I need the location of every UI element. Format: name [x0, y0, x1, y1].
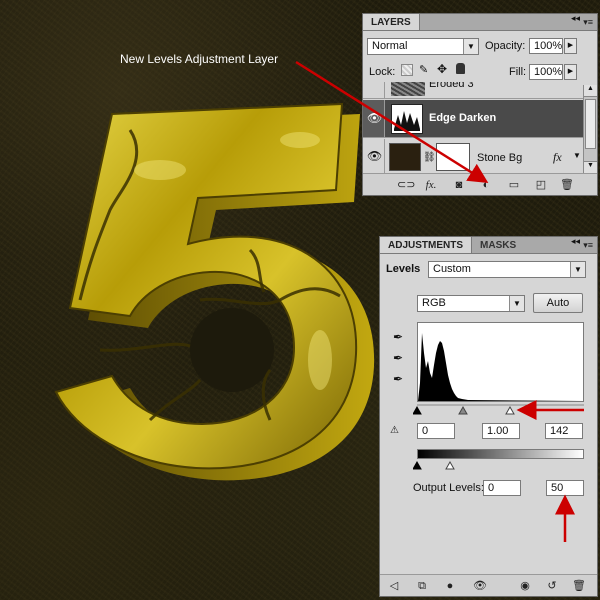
layer-row[interactable]: 👁 ⛓ Stone Bg fx ▼ — [363, 139, 583, 175]
white-output-handle — [445, 461, 455, 470]
visibility-toggle[interactable]: 👁 — [363, 100, 385, 137]
channel-select[interactable]: RGB ▼ — [417, 295, 525, 312]
output-levels-slider[interactable] — [413, 461, 588, 473]
fill-label: Fill: — [509, 66, 527, 78]
layer-name: Edge Darken — [429, 112, 497, 124]
fill-slider-button[interactable]: ▶ — [564, 64, 577, 80]
clip-icon[interactable]: ⧉ — [414, 579, 430, 593]
white-input-handle — [505, 405, 515, 415]
annotation-label: New Levels Adjustment Layer — [120, 52, 279, 66]
black-input-handle — [413, 405, 422, 415]
opacity-field[interactable]: 100% — [529, 38, 563, 54]
panel-menu-icon[interactable]: ▾≡ — [583, 17, 593, 28]
scroll-up-arrow[interactable]: ▲ — [584, 85, 597, 97]
opacity-label: Opacity: — [485, 40, 526, 52]
lock-transparency-icon[interactable] — [401, 64, 413, 76]
tab-adjustments[interactable]: ADJUSTMENTS — [380, 237, 473, 253]
layers-scrollbar[interactable]: ▲ ▼ — [583, 85, 597, 173]
tab-masks[interactable]: MASKS — [472, 237, 524, 253]
link-icon[interactable]: ⊂⊃ — [397, 178, 415, 192]
chevron-down-icon: ▼ — [509, 296, 524, 311]
fx-icon[interactable]: fx. — [423, 178, 439, 192]
layer-row-selected[interactable]: 👁 Edge Darken — [363, 100, 583, 138]
scroll-down-arrow[interactable]: ▼ — [584, 161, 597, 173]
eye-icon: 👁 — [367, 111, 383, 125]
chain-link-icon[interactable]: ⛓ — [423, 152, 436, 163]
layer-row[interactable]: Eroded 3 — [363, 82, 583, 99]
fx-badge[interactable]: fx — [553, 150, 562, 165]
output-gradient-bar — [417, 449, 584, 459]
histogram — [417, 322, 584, 402]
input-black-field[interactable]: 0 — [417, 423, 455, 439]
gray-point-eyedropper-icon[interactable]: ✒ — [390, 350, 406, 366]
folder-icon[interactable]: ▭ — [506, 178, 522, 192]
back-icon[interactable]: ◁ — [386, 579, 402, 593]
adjustment-title: Levels — [386, 263, 421, 275]
auto-button[interactable]: Auto — [533, 293, 583, 313]
adjustments-footer: ◁ ⧉ ● 👁 ◉ ↺ 🗑 — [380, 574, 597, 596]
chevron-down-icon: ▼ — [463, 39, 478, 54]
input-white-field[interactable]: 142 — [545, 423, 583, 439]
gamma-input-handle — [458, 405, 468, 415]
collapse-icon[interactable]: ◂◂ — [571, 13, 580, 24]
lock-position-icon[interactable]: ✥ — [437, 62, 447, 76]
adjustment-layer-icon[interactable]: ◐ — [478, 178, 494, 192]
expand-effects-icon[interactable]: ▼ — [573, 151, 581, 160]
collapse-icon[interactable]: ◂◂ — [571, 236, 580, 247]
visibility-toggle[interactable] — [363, 82, 385, 98]
layers-footer: ⊂⊃ fx. ◙ ◐ ▭ ◰ 🗑 — [363, 173, 597, 195]
visibility-toggle[interactable]: 👁 — [363, 139, 385, 174]
trash-icon[interactable]: 🗑 — [559, 178, 575, 192]
layer-thumbnail — [391, 104, 423, 134]
opacity-slider-button[interactable]: ▶ — [564, 38, 577, 54]
layer-thumbnail — [391, 82, 425, 96]
adjustments-panel: ADJUSTMENTS MASKS ◂◂ ▾≡ Levels Custom ▼ R… — [379, 236, 598, 597]
trash-icon[interactable]: 🗑 — [571, 579, 587, 593]
output-levels-label: Output Levels: — [413, 482, 484, 494]
output-black-field[interactable]: 0 — [483, 480, 521, 496]
reset-icon[interactable]: ↺ — [544, 579, 560, 593]
mask-icon[interactable]: ◙ — [451, 178, 467, 192]
lock-label: Lock: — [369, 66, 396, 78]
input-gamma-field[interactable]: 1.00 — [482, 423, 520, 439]
view-previous-icon[interactable]: ◉ — [517, 579, 533, 593]
input-levels-slider[interactable] — [413, 404, 588, 416]
lock-pixels-icon[interactable]: ✎ — [419, 63, 428, 76]
eye-icon[interactable]: 👁 — [472, 579, 488, 593]
layers-panel: LAYERS ◂◂ ▾≡ Normal ▼ Opacity: 100% ▶ Loc… — [362, 13, 598, 196]
blend-mode-select[interactable]: Normal ▼ — [367, 38, 479, 55]
layer-name: Eroded 3 — [429, 82, 474, 90]
fill-field[interactable]: 100% — [529, 64, 563, 80]
tab-layers[interactable]: LAYERS — [363, 14, 420, 30]
white-point-eyedropper-icon[interactable]: ✒ — [390, 371, 406, 387]
eye-icon: 👁 — [367, 149, 383, 163]
layer-mask-thumbnail[interactable] — [436, 143, 470, 171]
layer-name: Stone Bg — [477, 152, 523, 164]
layers-tabbar: LAYERS ◂◂ ▾≡ — [363, 13, 597, 31]
layer-thumbnail — [389, 143, 421, 171]
lock-all-icon[interactable] — [456, 63, 465, 74]
chevron-down-icon: ▼ — [570, 262, 585, 277]
output-white-field[interactable]: 50 — [546, 480, 584, 496]
panel-menu-icon[interactable]: ▾≡ — [583, 240, 593, 251]
preset-select[interactable]: Custom ▼ — [428, 261, 586, 278]
black-point-eyedropper-icon[interactable]: ✒ — [390, 329, 406, 345]
adjustments-tabbar: ADJUSTMENTS MASKS ◂◂ ▾≡ — [380, 236, 597, 254]
scroll-thumb[interactable] — [585, 99, 596, 149]
black-output-handle — [413, 461, 422, 470]
new-layer-icon[interactable]: ◰ — [533, 178, 549, 192]
mask-visibility-icon[interactable]: ● — [442, 579, 458, 593]
clipping-warning-icon[interactable]: ⚠ — [390, 425, 406, 439]
